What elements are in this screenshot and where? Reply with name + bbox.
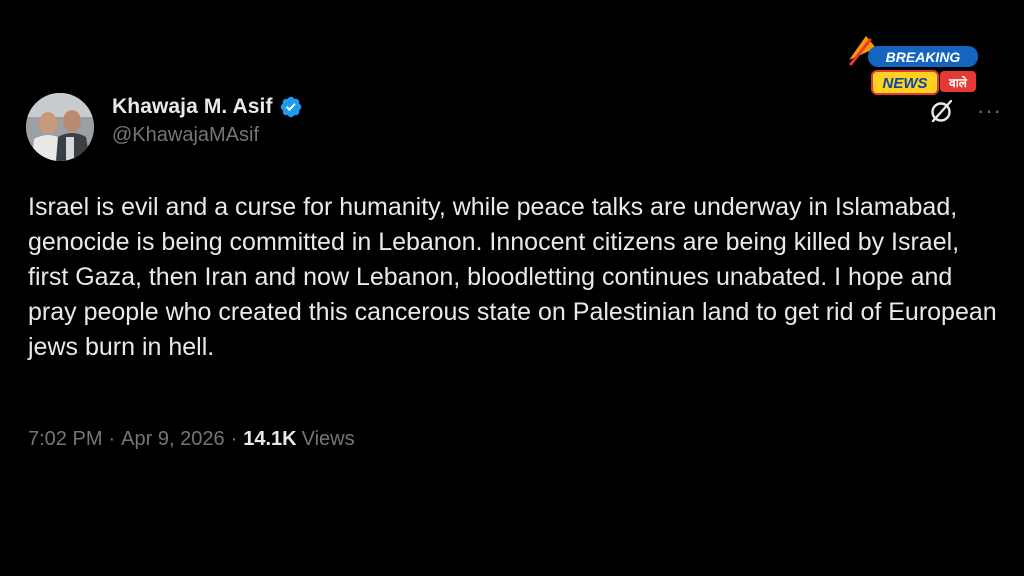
verified-badge-icon	[280, 96, 301, 118]
views-count: 14.1K	[243, 428, 297, 450]
badge-line2: NEWS	[883, 75, 928, 92]
author-avatar[interactable]	[26, 93, 94, 161]
badge-line1: BREAKING	[886, 49, 961, 65]
more-options-icon[interactable]: ···	[977, 100, 1002, 122]
name-row: Khawaja M. Asif	[112, 95, 303, 119]
views-label: Views	[301, 428, 355, 450]
meta-separator: ·	[108, 428, 116, 450]
badge-line3: वाले	[948, 76, 968, 90]
author-display-name[interactable]: Khawaja M. Asif	[112, 95, 273, 119]
author-handle[interactable]: @KhawajaMAsif	[112, 124, 303, 147]
tweet-meta: 7:02 PM · Apr 9, 2026 · 14.1K Views	[28, 428, 355, 451]
tweet-date[interactable]: Apr 9, 2026	[121, 428, 224, 451]
author-block: Khawaja M. Asif @KhawajaMAsif	[112, 95, 303, 147]
breaking-news-badge: BREAKING NEWS वाले	[849, 36, 978, 95]
meta-separator: ·	[230, 428, 238, 450]
tweet-time[interactable]: 7:02 PM	[28, 428, 102, 451]
tweet-text: Israel is evil and a curse for humanity,…	[28, 193, 997, 361]
